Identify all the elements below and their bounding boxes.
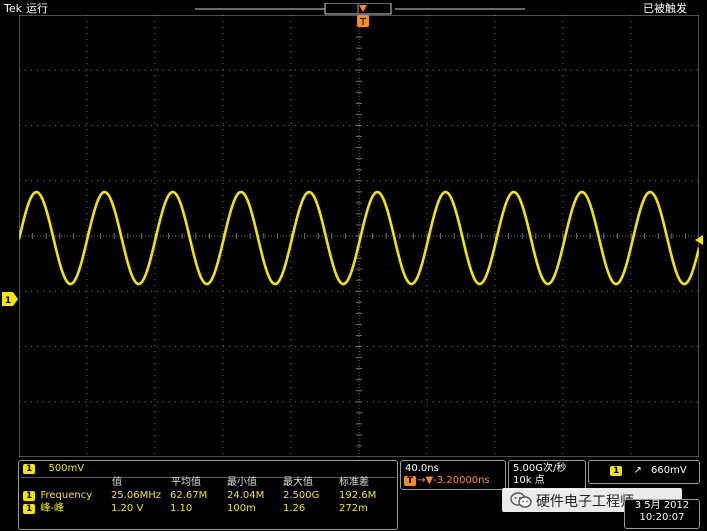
time-label: 10:20:07 [639, 512, 685, 523]
trigger-panel[interactable]: 1 ↗ 660mV [588, 460, 700, 484]
timebase-panel[interactable]: 40.0ns T →▼-3.20000ns [400, 460, 506, 490]
svg-text:T: T [359, 17, 367, 28]
record-length: 10k 点 [513, 475, 545, 486]
brand-label: Tek [4, 2, 22, 15]
trigger-offset-value: →▼-3.20000ns [417, 475, 490, 486]
meas-row-name: Frequency [40, 490, 93, 501]
meas-min: 100m [227, 503, 256, 514]
trigger-offset-chip: T [404, 476, 417, 486]
run-state-label: 运行 [26, 2, 48, 15]
meas-value: 1.20 V [111, 503, 144, 514]
meas-mean: 62.67M [170, 490, 208, 501]
meas-row-chip: 1 [23, 504, 36, 514]
ch1-scale-value: 500mV [48, 463, 85, 474]
oscilloscope-display: Tek 运行 已被触发 T 1 1 500mV 值 平均值 最小值 最大值 标准… [0, 0, 707, 531]
ch1-ground-marker[interactable]: 1 [2, 292, 18, 306]
acquisition-panel[interactable]: 5.00G次/秒 10k 点 [508, 460, 586, 490]
meas-min: 24.04M [227, 490, 265, 501]
meas-header-mean: 平均值 [171, 477, 201, 488]
meas-max: 2.500G [283, 490, 320, 501]
meas-header-stddev: 标准差 [339, 477, 369, 488]
sample-rate: 5.00G次/秒 [513, 463, 567, 474]
meas-row-name: 峰-峰 [40, 503, 65, 514]
trigger-state-label: 已被触发 [643, 2, 687, 15]
meas-stddev: 272m [339, 503, 368, 514]
meas-row-chip: 1 [23, 491, 36, 501]
ch1-chip: 1 [23, 464, 36, 474]
trigger-position-marker[interactable]: T [356, 5, 370, 29]
trigger-level-marker[interactable] [693, 235, 703, 245]
meas-stddev: 192.6M [339, 490, 377, 501]
meas-header-max: 最大值 [283, 477, 313, 488]
meas-mean: 1.10 [170, 503, 193, 514]
meas-header-value: 值 [112, 477, 122, 488]
measurement-panel: 1 500mV 值 平均值 最小值 最大值 标准差 1 Frequency 25… [18, 460, 398, 530]
meas-header-min: 最小值 [227, 477, 257, 488]
trigger-level-value: 660mV [651, 465, 687, 476]
meas-max: 1.26 [283, 503, 306, 514]
ch1-scale-readout[interactable]: 1 500mV [23, 463, 84, 475]
svg-text:1: 1 [5, 296, 11, 306]
meas-value: 25.06MHz [111, 490, 162, 501]
date-label: 3 5月 2012 [634, 500, 690, 511]
trigger-source-chip: 1 [610, 466, 623, 476]
trigger-slope-icon: ↗ [633, 465, 642, 476]
wechat-icon [510, 492, 532, 508]
watermark-text: 硬件电子工程师 [536, 494, 634, 510]
datetime-panel: 3 5月 2012 10:20:07 [624, 499, 700, 529]
waveform-graticule [19, 15, 699, 457]
timebase-scale: 40.0ns [405, 463, 439, 474]
